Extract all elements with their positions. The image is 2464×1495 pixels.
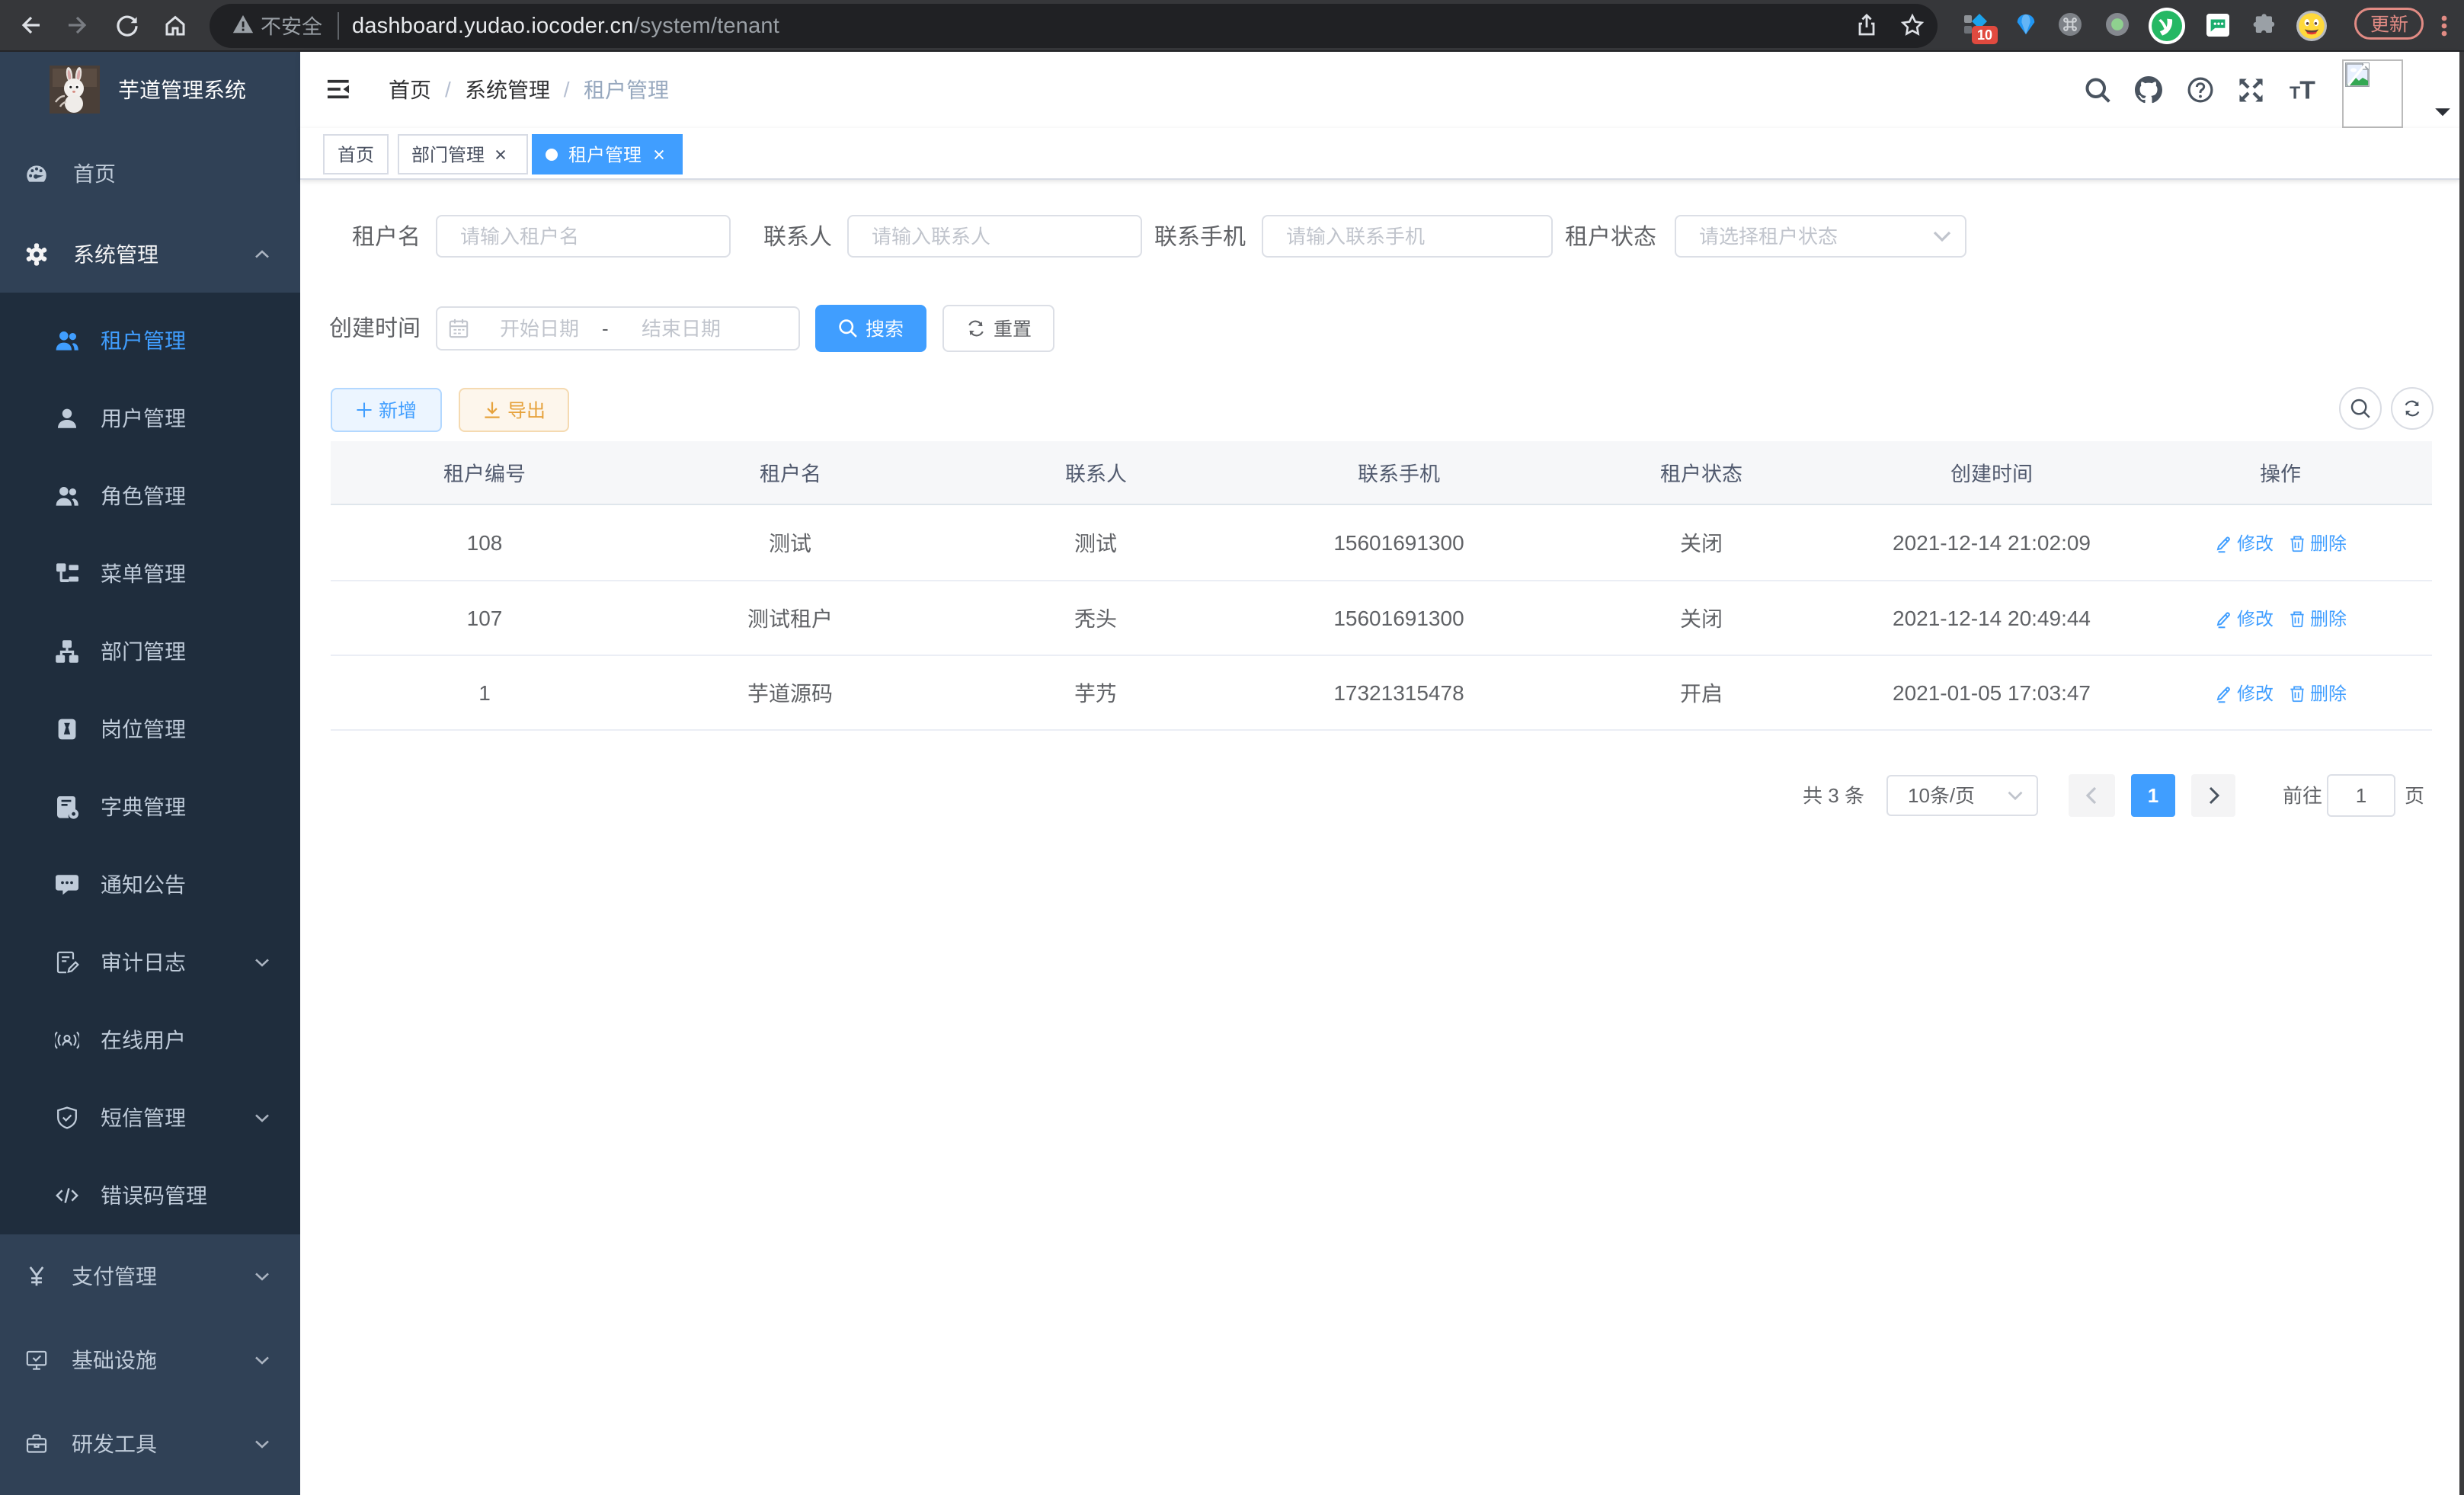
svg-text:T: T	[2290, 83, 2300, 103]
svg-text:T: T	[2299, 76, 2315, 104]
